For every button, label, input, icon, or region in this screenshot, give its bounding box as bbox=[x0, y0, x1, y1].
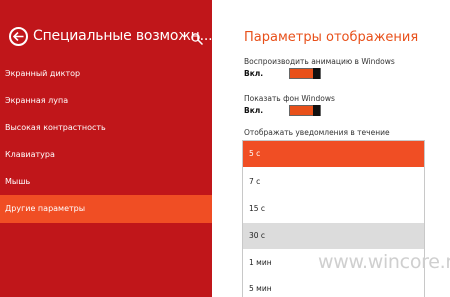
background-state-text: Вкл. bbox=[244, 106, 264, 115]
sidebar-item-high-contrast[interactable]: Высокая контрастность bbox=[0, 114, 212, 142]
sidebar-item-magnifier[interactable]: Экранная лупа bbox=[0, 87, 212, 115]
animation-setting-label: Воспроизводить анимацию в Windows bbox=[244, 57, 395, 66]
notifications-duration-list[interactable]: 5 с 7 с 15 с 30 с 1 мин 5 мин bbox=[242, 140, 425, 297]
background-setting-label: Показать фон Windows bbox=[244, 94, 335, 103]
sidebar-item-label: Высокая контрастность bbox=[5, 123, 106, 132]
animation-state-text: Вкл. bbox=[244, 69, 264, 78]
left-panel: Специальные возможн... Экранный диктор Э… bbox=[0, 0, 213, 297]
back-button[interactable] bbox=[9, 27, 28, 46]
sidebar-item-other-options[interactable]: Другие параметры bbox=[0, 195, 212, 223]
sidebar-item-label: Мышь bbox=[5, 177, 31, 186]
notifications-duration-label: Отображать уведомления в течение bbox=[244, 128, 390, 137]
toggle-knob bbox=[313, 68, 320, 79]
sidebar-item-label: Экранная лупа bbox=[5, 96, 69, 105]
watermark-text: www.wincore.ru bbox=[318, 251, 450, 273]
toggle-knob bbox=[313, 105, 320, 116]
duration-option-7s[interactable]: 7 с bbox=[243, 169, 424, 195]
duration-option-30s[interactable]: 30 с bbox=[243, 223, 424, 249]
panel-title: Специальные возможн... bbox=[33, 28, 213, 44]
duration-option-15s[interactable]: 15 с bbox=[243, 196, 424, 222]
search-icon bbox=[191, 33, 204, 46]
sidebar-item-narrator[interactable]: Экранный диктор bbox=[0, 60, 212, 88]
arrow-left-icon bbox=[13, 32, 24, 41]
sidebar-item-mouse[interactable]: Мышь bbox=[0, 168, 212, 196]
sidebar-item-label: Другие параметры bbox=[5, 204, 86, 213]
animation-toggle[interactable] bbox=[289, 68, 321, 79]
search-button[interactable] bbox=[190, 31, 204, 46]
section-title: Параметры отображения bbox=[244, 30, 419, 45]
duration-option-5s[interactable]: 5 с bbox=[243, 141, 424, 167]
sidebar-item-keyboard[interactable]: Клавиатура bbox=[0, 141, 212, 169]
sidebar-item-label: Экранный диктор bbox=[5, 69, 81, 78]
duration-option-5min[interactable]: 5 мин bbox=[243, 276, 424, 297]
sidebar-item-label: Клавиатура bbox=[5, 150, 55, 159]
background-toggle[interactable] bbox=[289, 105, 321, 116]
